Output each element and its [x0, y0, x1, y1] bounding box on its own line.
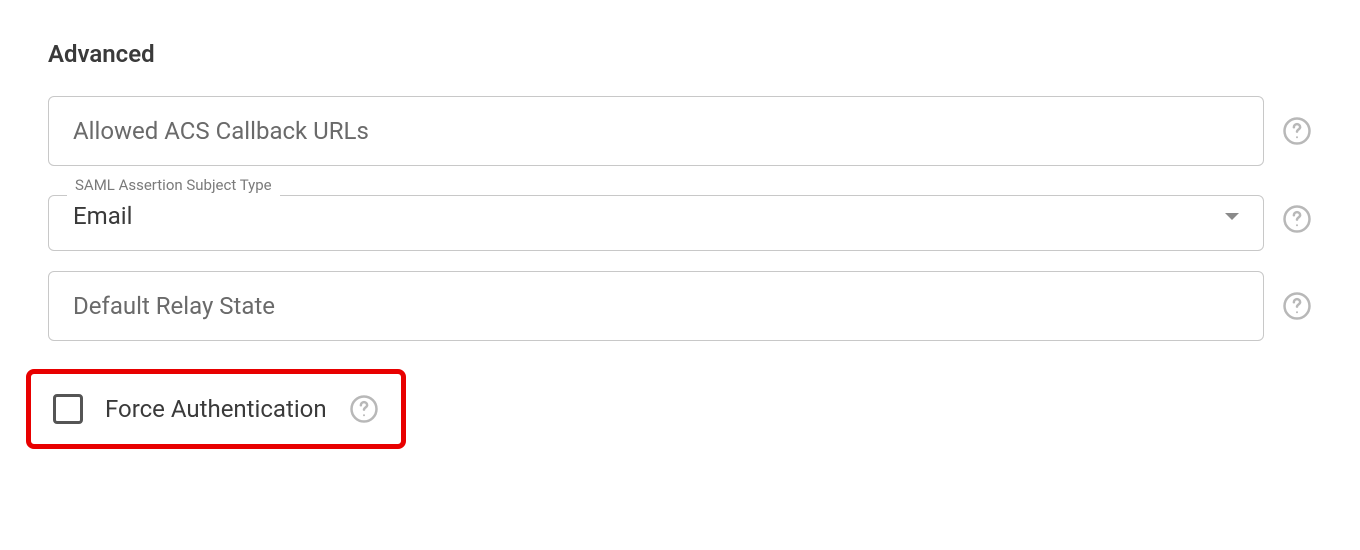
relay-state-input[interactable]: Default Relay State — [48, 271, 1264, 341]
acs-callback-input[interactable]: Allowed ACS Callback URLs — [48, 96, 1264, 166]
force-auth-checkbox[interactable] — [53, 394, 83, 424]
assertion-type-row: SAML Assertion Subject Type Email — [48, 186, 1312, 251]
help-icon[interactable] — [349, 394, 379, 424]
assertion-type-select[interactable]: SAML Assertion Subject Type Email — [48, 186, 1264, 251]
help-icon[interactable] — [1282, 204, 1312, 234]
help-icon[interactable] — [1282, 116, 1312, 146]
force-auth-row: Force Authentication — [26, 369, 406, 449]
acs-callback-placeholder: Allowed ACS Callback URLs — [73, 117, 369, 145]
assertion-type-label: SAML Assertion Subject Type — [67, 176, 280, 194]
relay-state-placeholder: Default Relay State — [73, 292, 275, 320]
section-title: Advanced — [48, 40, 1312, 68]
force-auth-label: Force Authentication — [105, 395, 327, 423]
acs-callback-row: Allowed ACS Callback URLs — [48, 96, 1312, 166]
assertion-type-value: Email — [73, 202, 132, 230]
relay-state-row: Default Relay State — [48, 271, 1312, 341]
chevron-down-icon — [1225, 213, 1239, 220]
help-icon[interactable] — [1282, 291, 1312, 321]
